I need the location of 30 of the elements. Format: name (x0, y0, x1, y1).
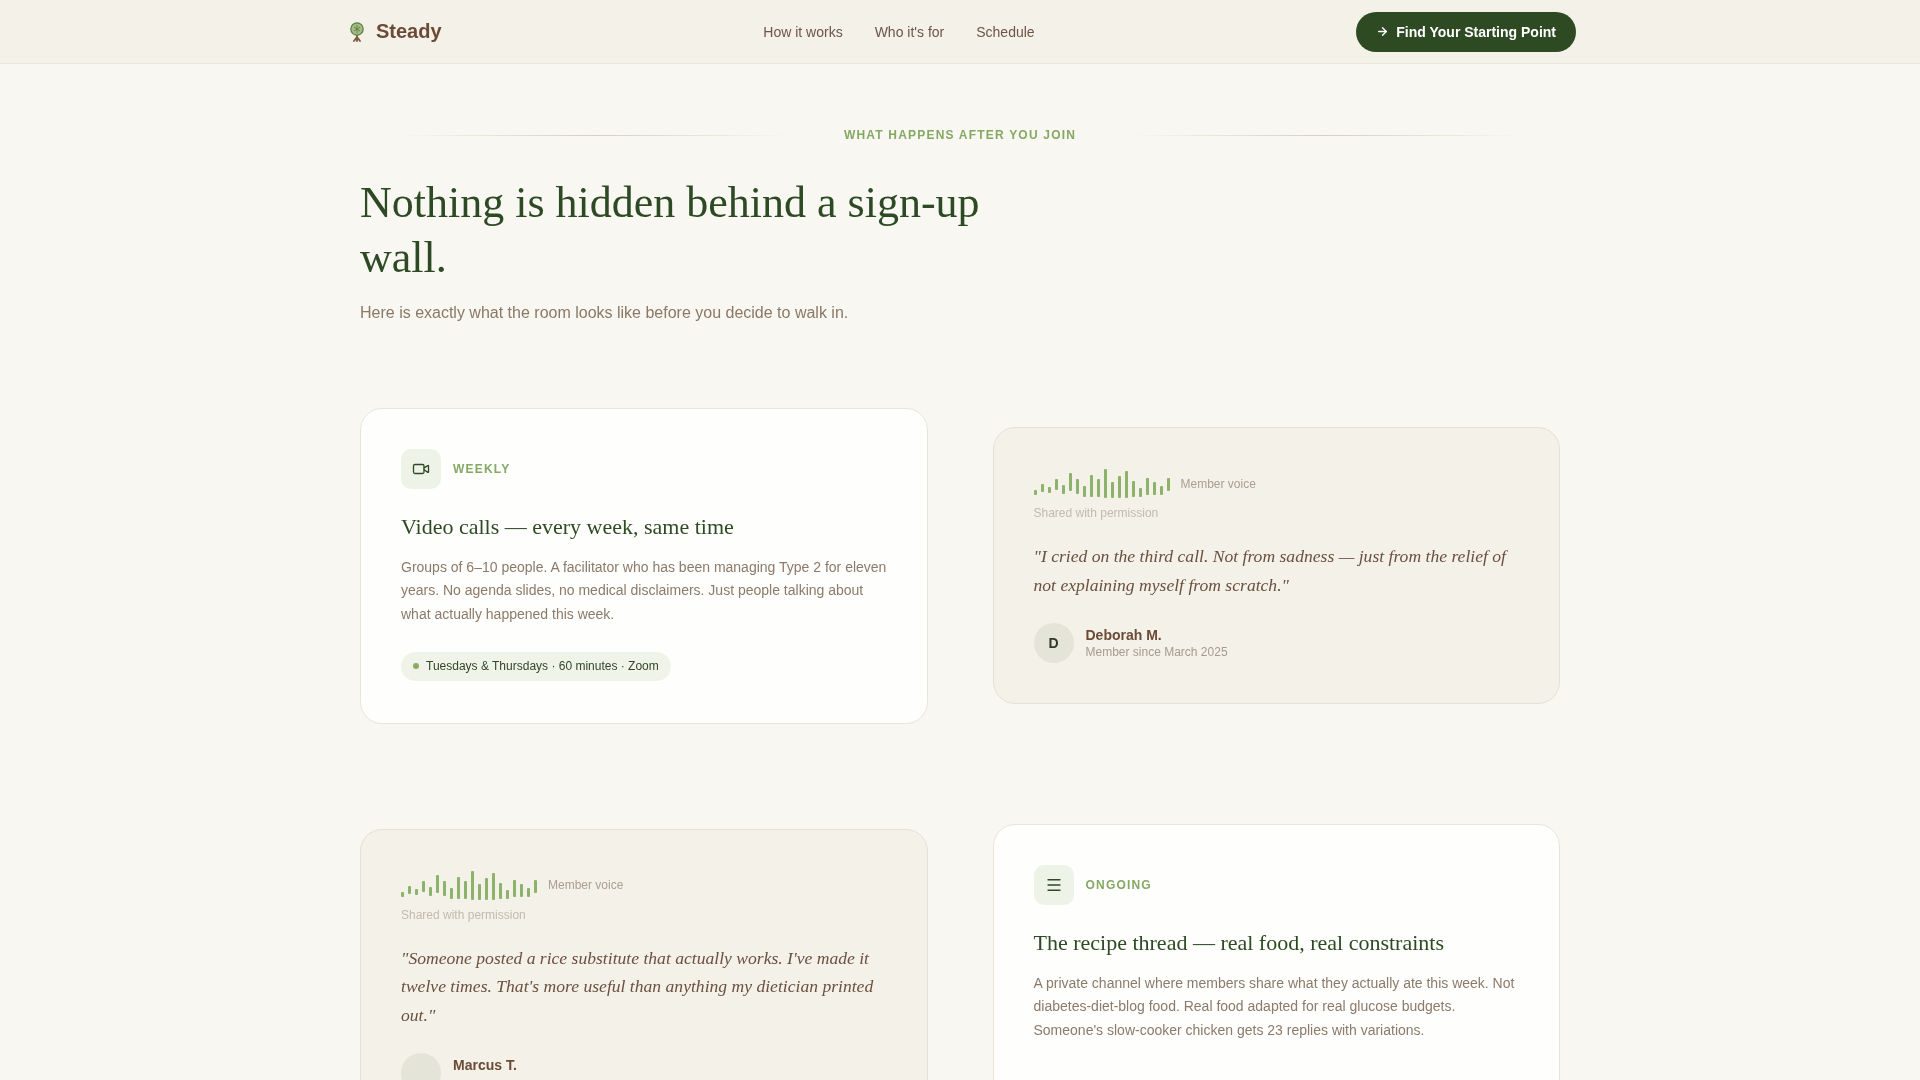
video-camera-icon (401, 448, 441, 489)
nav-link[interactable]: Who it's for (874, 23, 945, 40)
lines-icon (1033, 864, 1074, 905)
card-title: Video calls — every week, same time (401, 512, 734, 541)
member-quote: "I cried on the third call. Not from sadness — just from the relief of not explaining myself from scratch." (1033, 545, 1509, 597)
nav-link[interactable]: How it works (763, 23, 843, 40)
voice-tag: Member voice (1180, 476, 1256, 491)
dot-icon (413, 663, 419, 670)
member-since: Member since March 2025 (1085, 644, 1228, 661)
section-subtitle: Here is exactly what the room looks like before you decide to walk in. (360, 303, 850, 323)
card-description: A private channel where members share what they actually ate this week. Not diabetes-diet-blog food. Real food adapted for real glucose budgets. Someone's slow-cooker chicken gets 23 replies with variations. (1033, 974, 1516, 1040)
card-title: The recipe thread — real food, real constraints (1033, 928, 1444, 957)
card-label: ONGOING (1085, 877, 1152, 892)
nav-link[interactable]: Schedule (976, 23, 1035, 40)
section-eyebrow: WHAT HAPPENS AFTER YOU JOIN (843, 128, 1077, 142)
tree-icon (349, 21, 365, 42)
avatar: D (1033, 623, 1074, 664)
permission-note: Shared with permission (401, 906, 527, 924)
card-description: Groups of 6–10 people. A facilitator who has been managing Type 2 for eleven years. No agenda slides, no medical disclaimers. Just people talking about what actually happened this week. (401, 558, 887, 624)
author-name: Deborah M. (1085, 626, 1163, 645)
author-name: Marcus T. (453, 1056, 517, 1075)
arrow-right-icon (1376, 25, 1390, 38)
card-label: WEEKLY (453, 461, 511, 476)
cta-button[interactable]: Find Your Starting Point (1356, 11, 1576, 52)
member-quote: "Someone posted a rice substitute that actually works. I've made it twelve times. That's more useful than anything my dietician printed out." (401, 946, 875, 1027)
brand-name[interactable]: Steady (376, 20, 442, 43)
schedule-chip: Tuesdays & Thursdays · 60 minutes · Zoom (401, 651, 671, 681)
permission-note: Shared with permission (1033, 505, 1160, 523)
section-heading: Nothing is hidden behind a sign-up wall. (360, 177, 981, 284)
voice-tag: Member voice (548, 878, 624, 893)
